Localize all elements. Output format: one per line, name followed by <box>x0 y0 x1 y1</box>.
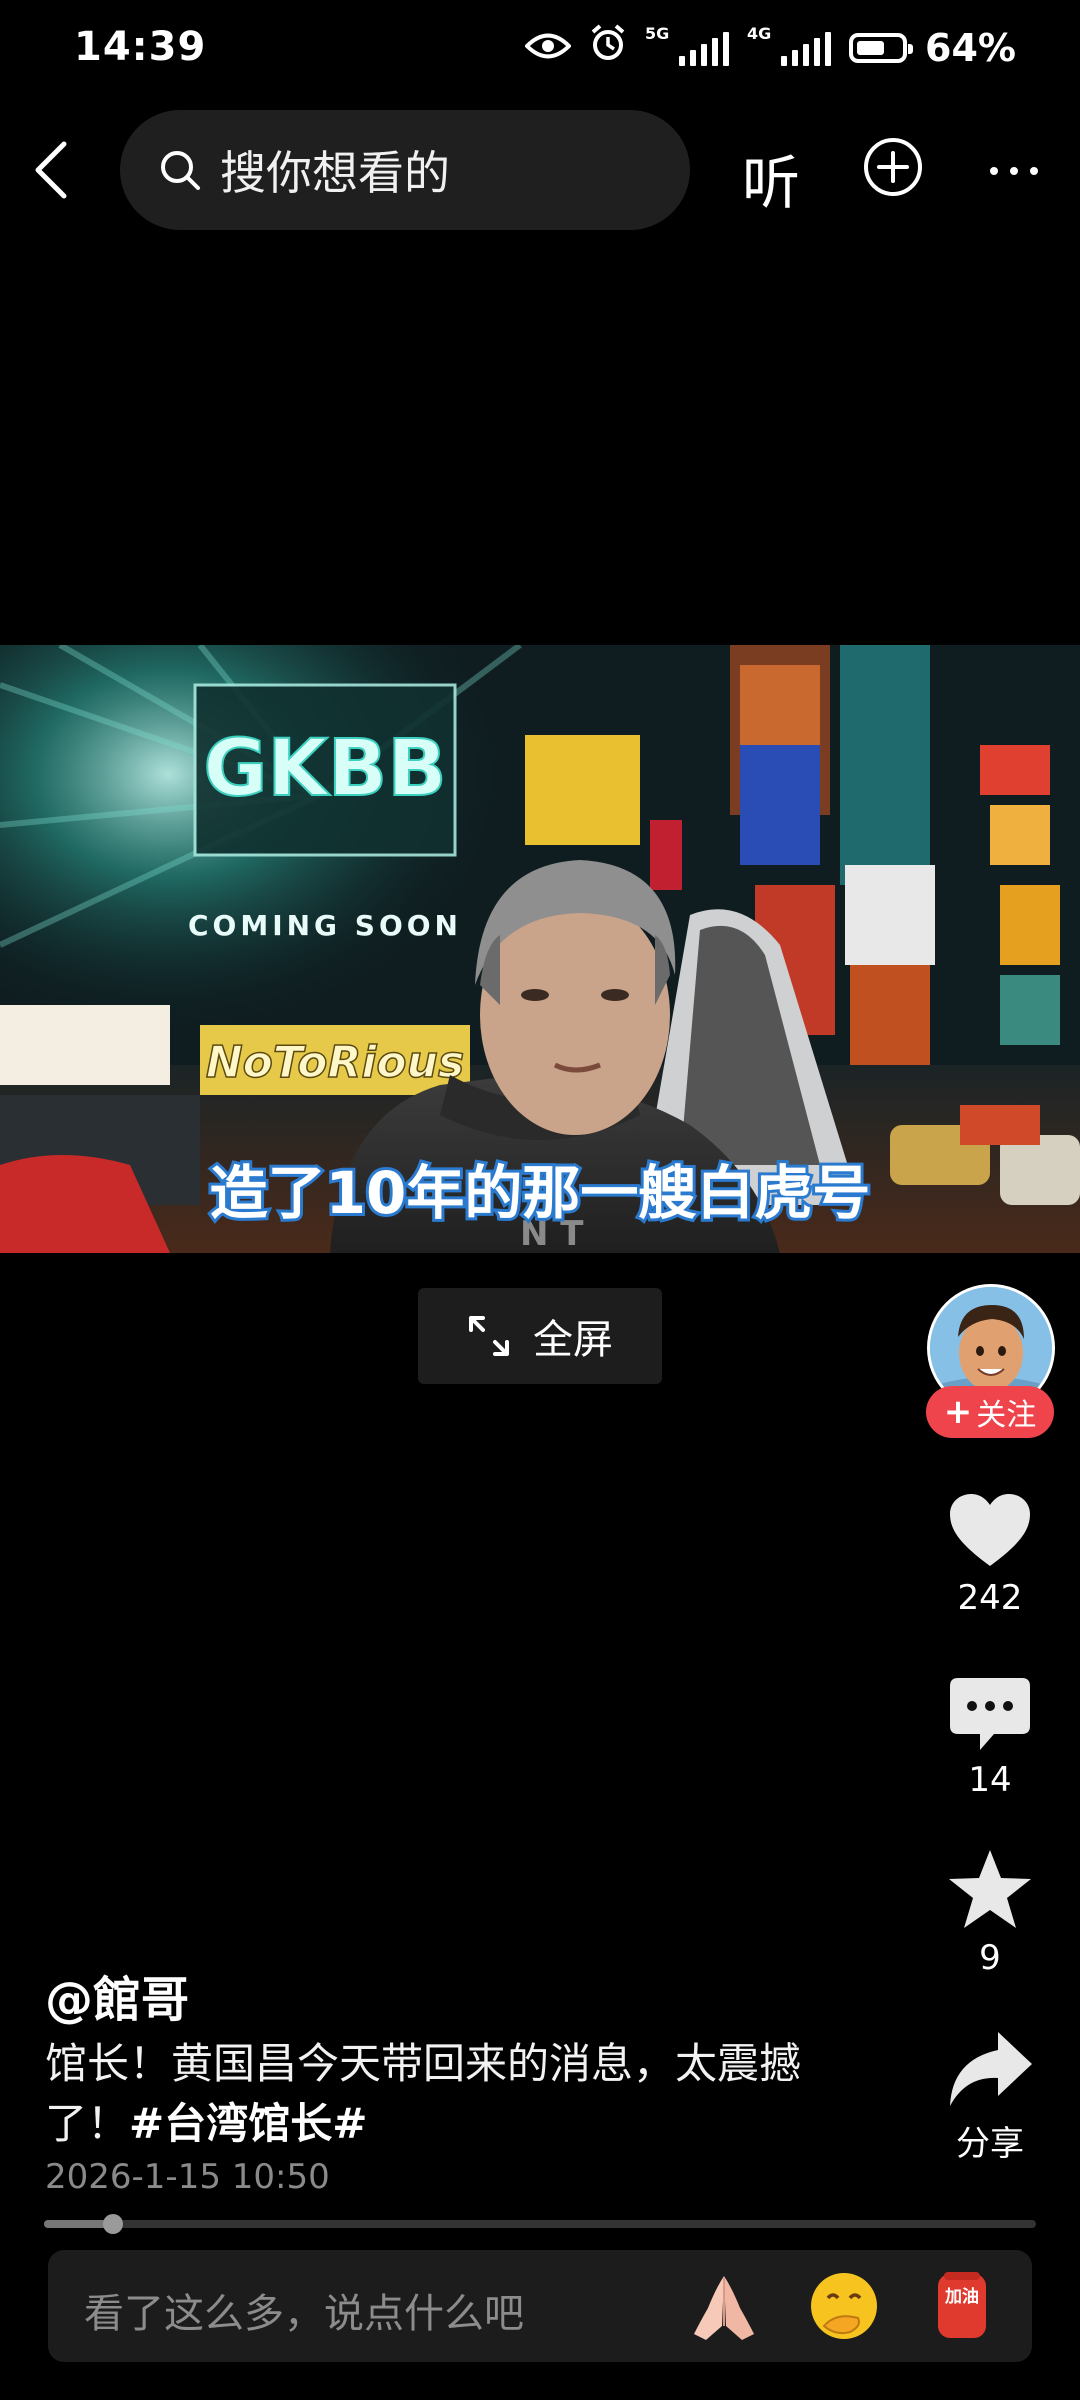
cheer-sticker-button[interactable]: 加油 <box>924 2268 1000 2344</box>
giggle-emoji-button[interactable] <box>806 2268 882 2344</box>
like-button[interactable]: 242 <box>930 1492 1050 1618</box>
video-subtitle: 造了10年的那一艘白虎号 <box>210 1159 871 1227</box>
share-label: 分享 <box>956 2124 1024 2164</box>
status-icons: 5G 4G 64% <box>524 24 1016 71</box>
share-arrow-icon <box>950 2032 1032 2106</box>
favorite-count: 9 <box>979 1938 1001 1978</box>
hand-over-mouth-icon <box>811 2273 877 2339</box>
post-description: 馆长！黄国昌今天带回来的消息，太震撼了！#台湾馆长# <box>45 2034 845 2154</box>
follow-label: 关注 <box>976 1398 1037 1433</box>
signal-5g-icon: 5G <box>645 25 730 66</box>
author-name[interactable]: @館哥 <box>45 1960 189 2030</box>
more-button[interactable] <box>988 146 1040 196</box>
star-icon <box>949 1850 1031 1928</box>
hashtag-link[interactable]: #台湾馆长# <box>129 2099 367 2148</box>
fullscreen-button[interactable]: 全屏 <box>418 1288 662 1384</box>
back-button[interactable] <box>28 140 78 200</box>
billboard-sub: COMING SOON <box>188 909 462 942</box>
video-frame: GKBB COMING SOON NoToRious N T 造了10年的那一艘… <box>0 645 1080 1253</box>
cheer-sticker-label: 加油 <box>945 2287 979 2307</box>
follow-button[interactable]: + 关注 <box>926 1386 1054 1438</box>
search-placeholder: 搜你想看的 <box>220 146 450 200</box>
search-icon <box>161 151 200 190</box>
post-timestamp: 2026-1-15 10:50 <box>45 2157 330 2197</box>
fullscreen-label: 全屏 <box>533 1317 613 1363</box>
favorite-button[interactable]: 9 <box>930 1848 1050 1978</box>
eye-icon <box>524 26 572 70</box>
like-count: 242 <box>957 1578 1023 1618</box>
chevron-left-icon <box>35 141 67 199</box>
progress-handle[interactable] <box>103 2214 124 2234</box>
storefront-sign: NoToRious <box>206 1037 464 1088</box>
signal-4g-icon: 4G <box>747 25 832 66</box>
expand-icon <box>469 1316 509 1356</box>
heart-icon <box>950 1494 1030 1566</box>
video-player[interactable]: GKBB COMING SOON NoToRious N T 造了10年的那一艘… <box>0 645 1080 1253</box>
comment-placeholder[interactable]: 看了这么多，说点什么吧 <box>84 2281 524 2339</box>
praying-hands-icon <box>694 2276 754 2340</box>
search-bar[interactable]: 搜你想看的 <box>120 110 690 230</box>
status-time: 14:39 <box>74 24 207 70</box>
comment-icon <box>950 1678 1030 1750</box>
alarm-icon <box>589 24 627 71</box>
battery-icon <box>849 32 914 63</box>
comment-button[interactable]: 14 <box>930 1676 1050 1800</box>
listen-button[interactable]: 听 <box>742 136 800 220</box>
video-progress-bar[interactable] <box>44 2214 1036 2234</box>
share-button[interactable]: 分享 <box>930 2030 1050 2165</box>
pray-emoji-button[interactable] <box>686 2268 762 2344</box>
battery-percent: 64% <box>925 25 1016 70</box>
plus-icon: + <box>943 1392 973 1432</box>
billboard-title: GKBB <box>203 724 446 814</box>
comment-count: 14 <box>968 1760 1012 1800</box>
plus-circle-icon <box>864 138 922 196</box>
add-button[interactable] <box>862 136 924 198</box>
ellipsis-icon <box>990 167 1038 175</box>
